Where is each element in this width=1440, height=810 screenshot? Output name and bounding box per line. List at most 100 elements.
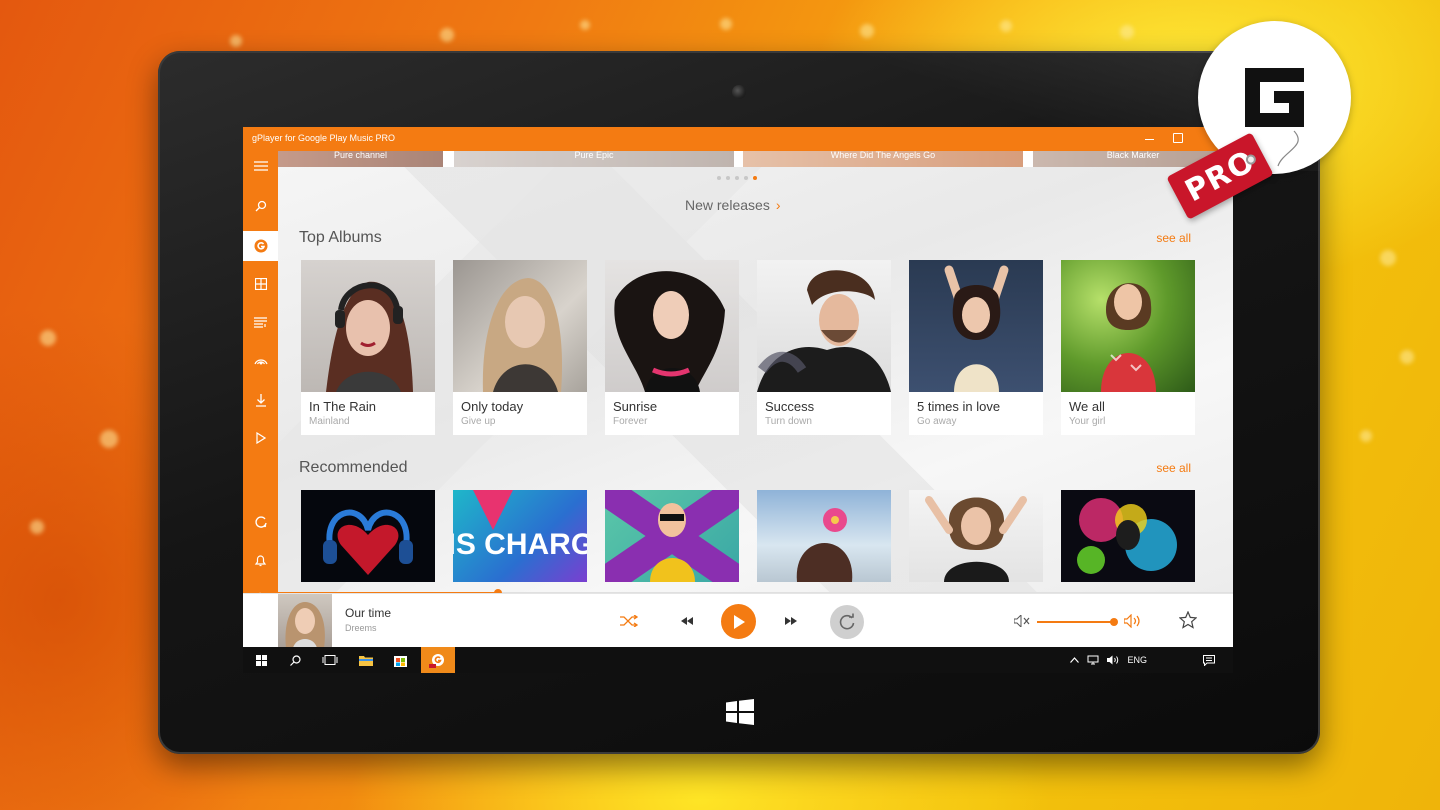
previous-button[interactable] <box>677 611 697 631</box>
minimize-button[interactable] <box>1145 139 1154 140</box>
windows-logo-icon <box>255 654 267 666</box>
title-bar: gPlayer for Google Play Music PRO <box>243 127 1233 151</box>
new-releases-link[interactable]: New releases › <box>685 197 781 213</box>
banner-card[interactable]: Pure channel <box>278 151 443 167</box>
recommended-card[interactable] <box>1061 490 1195 582</box>
album-title: 5 times in love <box>917 399 1001 414</box>
recommended-card[interactable] <box>301 490 435 582</box>
sidebar-item-playlists[interactable] <box>243 307 278 337</box>
camera-icon <box>732 85 746 99</box>
now-playing-title: Our time <box>345 606 392 620</box>
taskbar-search-button[interactable] <box>287 647 303 673</box>
mute-button[interactable] <box>1013 611 1033 631</box>
album-art <box>909 260 1043 392</box>
next-button[interactable] <box>781 611 801 631</box>
shuffle-button[interactable] <box>618 611 640 631</box>
top-albums-title: Top Albums <box>299 229 382 246</box>
sidebar-item-home[interactable] <box>243 231 278 261</box>
album-card[interactable]: Success Turn down <box>757 260 891 435</box>
system-tray: ENG <box>1070 647 1215 673</box>
album-art <box>323 509 413 575</box>
album-card[interactable]: Sunrise Forever <box>605 260 739 435</box>
album-art <box>301 260 435 392</box>
file-explorer-button[interactable] <box>357 647 375 673</box>
refresh-icon <box>254 516 267 528</box>
network-icon[interactable] <box>1087 655 1099 665</box>
album-art <box>605 260 739 392</box>
featured-banner: Pure channel Pure Epic Where Did The Ang… <box>278 151 1233 167</box>
recommended-see-all[interactable]: see all <box>1156 461 1191 475</box>
gplayer-taskbar-button[interactable] <box>421 647 455 673</box>
menu-button[interactable] <box>243 151 278 181</box>
now-playing-art[interactable] <box>278 594 332 648</box>
volume-handle[interactable] <box>1110 618 1118 626</box>
download-icon <box>255 393 266 407</box>
volume-slider[interactable] <box>1037 618 1118 626</box>
task-view-icon <box>322 655 338 665</box>
store-icon <box>393 655 407 667</box>
maximize-button[interactable] <box>1173 133 1183 143</box>
sidebar-item-radio[interactable] <box>243 346 278 376</box>
windows-logo-icon[interactable] <box>726 699 754 725</box>
playlist-icon <box>254 316 267 328</box>
search-icon <box>289 654 301 666</box>
album-artist: Your girl <box>1069 416 1106 427</box>
album-art <box>453 260 587 392</box>
sidebar-item-search[interactable] <box>243 191 278 221</box>
app-screen: gPlayer for Google Play Music PRO Pure c… <box>243 127 1233 673</box>
album-art <box>1077 498 1177 574</box>
sidebar-item-sync[interactable] <box>243 507 278 537</box>
sidebar-item-browse[interactable] <box>243 269 278 299</box>
language-indicator[interactable]: ENG <box>1127 655 1147 665</box>
rewind-icon <box>681 617 693 625</box>
album-artist: Give up <box>461 416 496 427</box>
album-card[interactable]: 5 times in love Go away <box>909 260 1043 435</box>
recommended-card[interactable] <box>605 490 739 582</box>
recommended-card[interactable] <box>757 490 891 582</box>
recommended-card[interactable]: DIS CHARGE <box>453 490 587 582</box>
play-icon <box>255 432 266 444</box>
sidebar-item-now-playing[interactable] <box>243 423 278 453</box>
album-art: DIS CHARGE <box>453 490 587 561</box>
start-button[interactable] <box>253 647 269 673</box>
main-content: New releases › Top Albums see all In The… <box>278 167 1233 593</box>
play-button[interactable] <box>721 604 756 639</box>
search-icon <box>255 200 266 212</box>
favorite-button[interactable] <box>1177 609 1199 631</box>
pager-dot[interactable] <box>735 176 739 180</box>
volume-icon[interactable] <box>1107 655 1119 665</box>
radio-icon <box>253 359 268 365</box>
volume-max-button[interactable] <box>1123 611 1145 631</box>
sidebar-item-notifications[interactable] <box>243 545 278 575</box>
window-title: gPlayer for Google Play Music PRO <box>252 133 396 143</box>
album-card[interactable]: We all Your girl <box>1061 260 1195 435</box>
notification-center-icon[interactable] <box>1203 654 1215 666</box>
now-playing-bar: Our time Dreems <box>243 593 1233 648</box>
banner-card[interactable]: Where Did The Angels Go <box>743 151 1023 167</box>
fast-forward-icon <box>785 617 797 625</box>
repeat-button[interactable] <box>830 605 864 639</box>
grid-icon <box>254 278 267 290</box>
recommended-art-text: DIS CHARGE <box>453 528 587 561</box>
chevron-right-icon: › <box>775 197 781 213</box>
bell-icon <box>254 554 267 566</box>
pager-dot[interactable] <box>717 176 721 180</box>
banner-card-label: Black Marker <box>1106 151 1160 160</box>
sidebar-item-downloads[interactable] <box>243 385 278 415</box>
pager-dot-active[interactable] <box>753 176 757 180</box>
speaker-mute-icon <box>1014 615 1030 627</box>
album-card[interactable]: Only today Give up <box>453 260 587 435</box>
store-button[interactable] <box>391 647 409 673</box>
top-albums-see-all[interactable]: see all <box>1156 231 1191 245</box>
banner-card[interactable]: Pure Epic <box>454 151 734 167</box>
pager-dot[interactable] <box>726 176 730 180</box>
pager-dot[interactable] <box>744 176 748 180</box>
task-view-button[interactable] <box>321 647 339 673</box>
new-releases-label: New releases <box>685 197 770 213</box>
album-card[interactable]: In The Rain Mainland <box>301 260 435 435</box>
recommended-title: Recommended <box>299 459 408 476</box>
recommended-card[interactable] <box>909 490 1043 582</box>
chevron-up-icon[interactable] <box>1070 657 1080 663</box>
shuffle-icon <box>620 615 638 627</box>
banner-card-label: Where Did The Angels Go <box>830 151 936 160</box>
